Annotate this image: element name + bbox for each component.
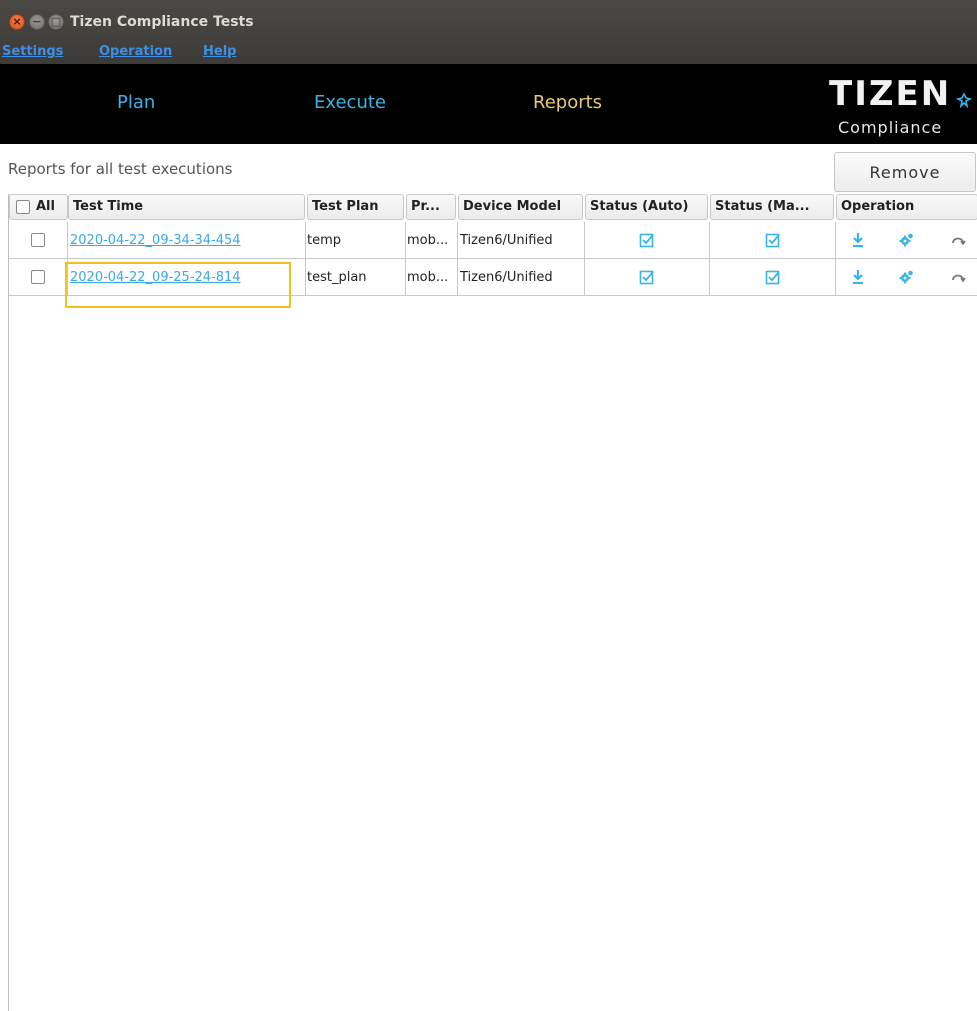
tab-reports[interactable]: Reports	[533, 92, 602, 113]
select-all-checkbox[interactable]	[16, 200, 30, 214]
checkbox-checked-icon[interactable]	[765, 269, 781, 285]
gear-icon[interactable]	[898, 269, 914, 285]
row-device-model: Tizen6/Unified	[458, 222, 585, 259]
row-profile: mob...	[406, 222, 458, 259]
refresh-icon[interactable]	[950, 232, 966, 248]
row-test-plan: temp	[306, 222, 406, 259]
row-test-time: 2020-04-22_09-34-34-454	[68, 222, 306, 259]
section-label: Reports for all test executions	[8, 160, 233, 178]
menu-help[interactable]: Help	[203, 44, 236, 59]
header-select-all: All	[9, 194, 68, 220]
row-status-auto	[585, 222, 710, 259]
row-status-manual	[710, 222, 836, 259]
table-header: All Test Time Test Plan Pr... Device Mod…	[9, 194, 977, 220]
header-operation: Operation	[836, 194, 977, 220]
reports-table: All Test Time Test Plan Pr... Device Mod…	[8, 194, 977, 1011]
row-device-model: Tizen6/Unified	[458, 259, 585, 296]
row-status-manual	[710, 259, 836, 296]
row-status-auto	[585, 259, 710, 296]
highlight-box	[65, 262, 291, 308]
header-test-time[interactable]: Test Time	[68, 194, 305, 220]
refresh-icon[interactable]	[950, 269, 966, 285]
row-checkbox[interactable]	[31, 233, 45, 247]
header-profile[interactable]: Pr...	[406, 194, 456, 220]
tizen-star-icon	[956, 92, 972, 108]
header-all-label: All	[36, 199, 55, 214]
close-icon[interactable]: ×	[9, 14, 25, 30]
header-status-auto[interactable]: Status (Auto)	[585, 194, 708, 220]
menu-settings[interactable]: Settings	[2, 44, 63, 59]
header-device-model[interactable]: Device Model	[458, 194, 583, 220]
row-profile: mob...	[406, 259, 458, 296]
row-test-plan: test_plan	[306, 259, 406, 296]
download-icon[interactable]	[850, 232, 866, 248]
checkbox-checked-icon[interactable]	[639, 232, 655, 248]
row-operations	[836, 259, 977, 296]
row-checkbox[interactable]	[31, 270, 45, 284]
tab-execute[interactable]: Execute	[314, 92, 386, 113]
header-test-plan[interactable]: Test Plan	[307, 194, 404, 220]
nav-bar: Plan Execute Reports TIZEN Compliance	[0, 64, 977, 144]
row-select-cell	[9, 259, 68, 296]
minimize-icon[interactable]: −	[29, 14, 45, 30]
title-bar: × − □ Tizen Compliance Tests Settings Op…	[0, 0, 977, 64]
menu-operation[interactable]: Operation	[99, 44, 172, 59]
download-icon[interactable]	[850, 269, 866, 285]
gear-icon[interactable]	[898, 232, 914, 248]
maximize-icon[interactable]: □	[48, 14, 64, 30]
test-time-link[interactable]: 2020-04-22_09-34-34-454	[70, 233, 241, 248]
checkbox-checked-icon[interactable]	[639, 269, 655, 285]
header-status-manual[interactable]: Status (Ma...	[710, 194, 834, 220]
row-operations	[836, 222, 977, 259]
checkbox-checked-icon[interactable]	[765, 232, 781, 248]
window-title: Tizen Compliance Tests	[70, 14, 254, 30]
tab-plan[interactable]: Plan	[117, 92, 155, 113]
row-select-cell	[9, 222, 68, 259]
remove-button[interactable]: Remove	[834, 152, 976, 192]
table-row[interactable]: 2020-04-22_09-34-34-454 temp mob... Tize…	[9, 222, 977, 259]
tizen-logo: TIZEN	[829, 74, 952, 114]
tizen-logo-subtitle: Compliance	[838, 118, 943, 137]
